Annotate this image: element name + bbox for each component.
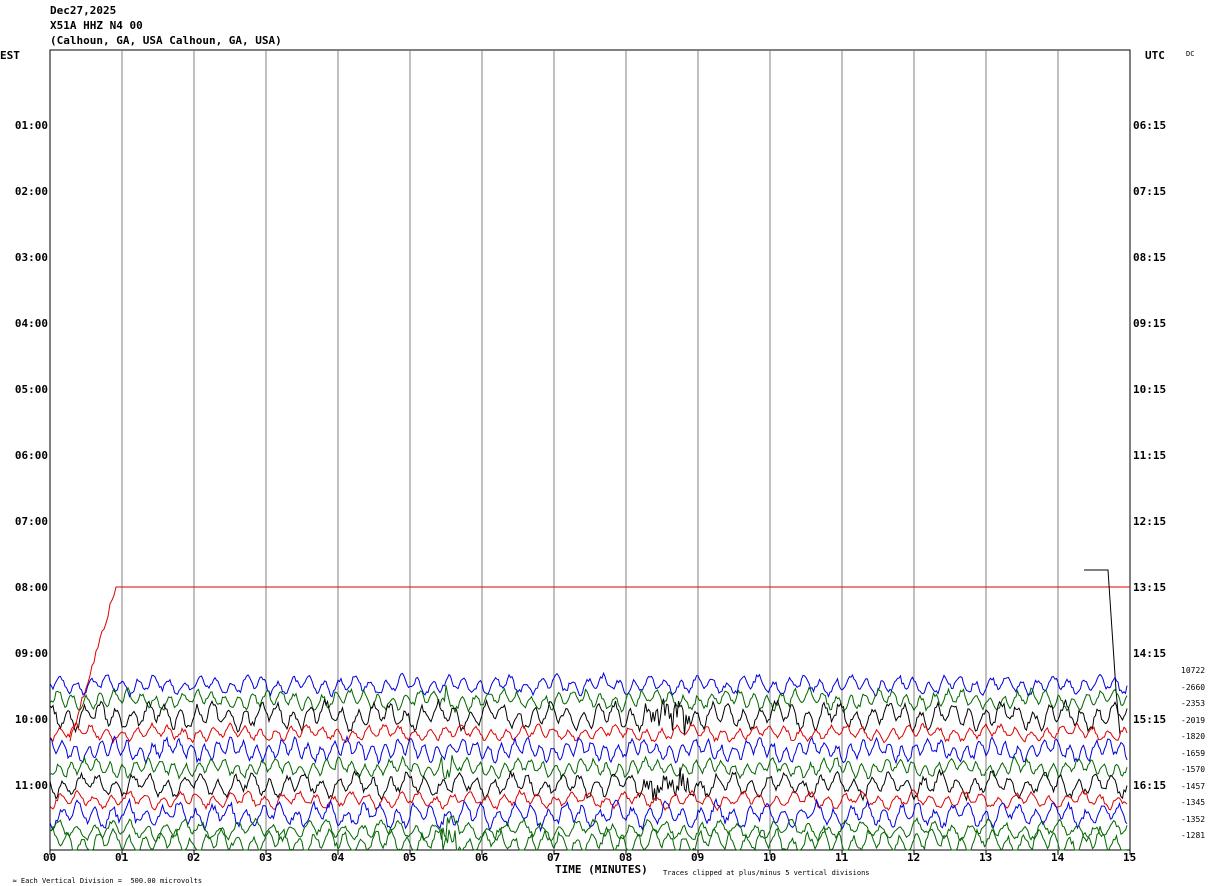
left-hour-label: 04:00 [14,317,48,330]
left-hour-label: 01:00 [14,119,48,132]
right-hour-label: 10:15 [1133,383,1167,396]
right-hour-label: 08:15 [1133,251,1167,264]
offset-label: -1345 [1181,798,1206,807]
trace-black-line [49,767,1128,802]
right-hour-label: 07:15 [1133,185,1167,198]
left-hour-label: 07:00 [14,515,48,528]
offset-label: -1570 [1181,765,1206,774]
offset-label: -1281 [1181,831,1206,840]
division-note: ≈ Each Vertical Division = 500.00 microv… [12,877,203,885]
x-tick-label: 04 [331,851,345,864]
right-hour-label: 14:15 [1133,647,1167,660]
x-tick-label: 00 [43,851,57,864]
clip-note: Traces clipped at plus/minus 5 vertical … [663,869,870,877]
x-tick-label: 13 [979,851,993,864]
offset-label: -2660 [1181,682,1206,692]
right-hour-label: 16:15 [1133,779,1167,792]
x-tick-label: 09 [691,851,705,864]
x-axis-label: TIME (MINUTES) [555,863,648,876]
offset-label: -2353 [1181,699,1206,708]
right-hour-label: 13:15 [1133,581,1167,594]
offset-label: -1820 [1181,732,1206,741]
x-tick-label: 15 [1123,851,1137,864]
trace-blue-line [49,797,1128,833]
offset-label: 10722 [1181,666,1206,675]
left-hour-label: 02:00 [14,185,48,198]
offset-label: -1457 [1181,781,1206,791]
trace-red-line [69,586,1130,742]
x-tick-label: 02 [187,851,201,864]
trace-black-line [1084,569,1121,736]
right-hour-label: 11:15 [1133,449,1167,462]
x-tick-label: 06 [475,851,489,864]
left-hour-label: 11:00 [14,779,48,792]
trace-red-line [49,721,1128,745]
plot-frame [49,49,1131,851]
left-hour-label: 09:00 [14,647,48,660]
x-tick-label: 05 [403,851,417,864]
trace-green-line [49,824,1128,852]
offset-label: -2019 [1181,715,1206,725]
offset-label: -1352 [1181,814,1206,824]
right-hour-label: 12:15 [1133,515,1167,528]
x-tick-label: 10 [763,851,777,864]
offset-label: -1659 [1181,748,1206,758]
x-tick-label: 12 [907,851,921,864]
seismogram-plot [49,49,1131,855]
left-hour-label: 08:00 [14,581,48,594]
left-hour-label: 10:00 [14,713,48,726]
x-tick-label: 11 [835,851,849,864]
trace-green-line [49,815,1128,843]
left-hour-label: 05:00 [14,383,48,396]
right-hour-label: 09:15 [1133,317,1167,330]
left-hour-label: 03:00 [14,251,48,264]
left-hour-label: 06:00 [14,449,48,462]
x-tick-label: 01 [115,851,129,864]
x-tick-label: 14 [1051,851,1065,864]
trace-blue-line [49,671,1128,698]
right-hour-label: 06:15 [1133,119,1167,132]
right-hour-label: 15:15 [1133,713,1167,726]
x-tick-label: 03 [259,851,273,864]
